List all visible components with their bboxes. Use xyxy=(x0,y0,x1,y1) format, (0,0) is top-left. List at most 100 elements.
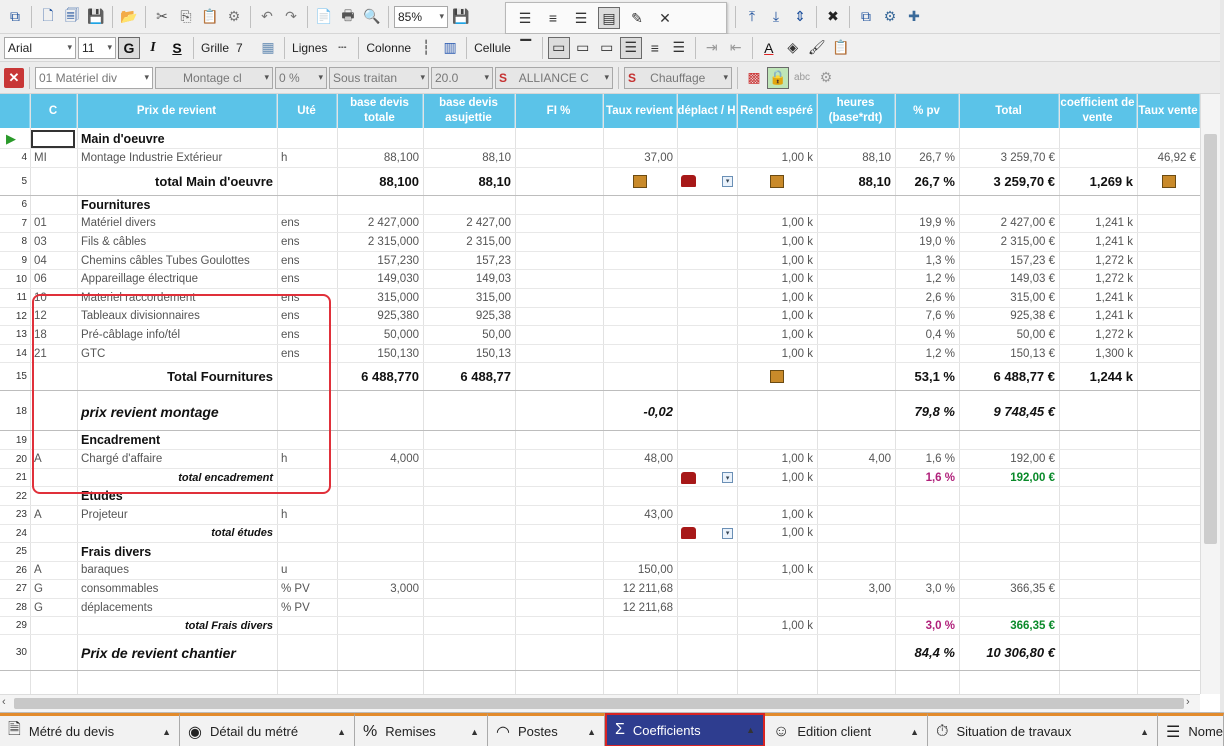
chevron-up-icon[interactable]: ▲ xyxy=(337,727,346,737)
cell-taux[interactable] xyxy=(603,363,677,390)
cell-c[interactable]: 10 xyxy=(30,289,77,307)
column-header[interactable]: Taux vente xyxy=(1137,94,1200,128)
cell-total[interactable]: 50,00 € xyxy=(959,326,1059,344)
cell-rendt[interactable]: 1,00 k xyxy=(737,562,817,580)
lock-icon[interactable]: 🔒 xyxy=(767,66,789,89)
cell-ute[interactable]: % PV xyxy=(277,599,337,617)
cell-taux[interactable] xyxy=(603,525,677,542)
rate-select[interactable]: 20.0 ▾ xyxy=(431,66,493,89)
column-header[interactable]: Uté xyxy=(277,94,337,128)
cell-taux[interactable] xyxy=(603,617,677,634)
cell-bdt[interactable] xyxy=(337,543,423,561)
cell-coef[interactable] xyxy=(1059,393,1137,430)
new-document-icon[interactable]: 🗋 xyxy=(37,6,59,28)
cell-heures[interactable] xyxy=(817,252,895,270)
cell-style-icon[interactable]: ▔ xyxy=(515,37,537,59)
table-row[interactable]: 28 Gdéplacements% PV 12 211,68 xyxy=(0,599,1200,618)
column-header[interactable]: Total xyxy=(959,94,1059,128)
cell-tv[interactable]: 46,92 € xyxy=(1137,149,1200,167)
cell-total[interactable] xyxy=(959,506,1059,524)
cell-fi[interactable] xyxy=(515,562,603,580)
cell-heures[interactable] xyxy=(817,326,895,344)
cell-fi[interactable] xyxy=(515,543,603,561)
underline-button[interactable]: S xyxy=(166,37,188,59)
cell-bdt[interactable]: 149,030 xyxy=(337,270,423,288)
cell-coef[interactable] xyxy=(1059,599,1137,617)
cell-depl[interactable] xyxy=(677,562,737,580)
cell-tv[interactable] xyxy=(1137,469,1200,486)
tab-postes[interactable]: ◠ Postes ▲ xyxy=(488,713,605,746)
cell-taux[interactable]: 37,00 xyxy=(603,149,677,167)
cell-label[interactable]: total études xyxy=(77,525,277,542)
cell-coef[interactable]: 1,272 k xyxy=(1059,270,1137,288)
cell-heures[interactable] xyxy=(817,233,895,251)
cell-c[interactable]: MI xyxy=(30,149,77,167)
chevron-up-icon[interactable]: ▲ xyxy=(1140,727,1149,737)
rate-icon[interactable] xyxy=(633,174,647,188)
cell-ute[interactable]: ens xyxy=(277,252,337,270)
chevron-up-icon[interactable]: ▲ xyxy=(910,727,919,737)
cell-ute[interactable] xyxy=(277,543,337,561)
cell-total[interactable]: 192,00 € xyxy=(959,469,1059,486)
cell-pv[interactable]: 79,8 % xyxy=(895,393,959,430)
cut-icon[interactable]: ✂ xyxy=(151,6,173,28)
print-preview-icon[interactable]: 🔍 xyxy=(361,6,383,28)
cell-heures[interactable] xyxy=(817,129,895,148)
cell-coef[interactable] xyxy=(1059,487,1137,505)
bold-button[interactable]: G xyxy=(118,36,140,59)
cell-ute[interactable]: ens xyxy=(277,345,337,363)
cell-label[interactable]: Total Fournitures xyxy=(77,363,277,390)
cell-label[interactable]: Montage Industrie Extérieur xyxy=(77,149,277,167)
cell-depl[interactable] xyxy=(677,308,737,326)
cell-depl[interactable] xyxy=(677,363,737,390)
section-row[interactable]: 19 Encadrement xyxy=(0,431,1200,451)
cell-coef[interactable] xyxy=(1059,149,1137,167)
cell-fi[interactable] xyxy=(515,289,603,307)
cell-bda[interactable] xyxy=(423,393,515,430)
cell-total[interactable]: 315,00 € xyxy=(959,289,1059,307)
cell-tv[interactable] xyxy=(1137,196,1200,214)
cell-bdt[interactable]: 150,130 xyxy=(337,345,423,363)
column-header[interactable]: base devis totale xyxy=(337,94,423,128)
cell-bdt[interactable]: 88,100 xyxy=(337,168,423,195)
table-row[interactable]: 7 01 Matériel divers ens 2 427,000 2 427,00 1,… xyxy=(0,215,1200,234)
align-center-icon[interactable]: ≡ xyxy=(542,7,564,29)
cell-c[interactable] xyxy=(30,363,77,390)
cell-c[interactable]: A xyxy=(30,450,77,468)
cell-total[interactable]: 9 748,45 € xyxy=(959,393,1059,430)
supplier-select[interactable]: S ALLIANCE C ▾ xyxy=(495,66,613,89)
cell-coef[interactable] xyxy=(1059,525,1137,542)
section-row[interactable]: 25 Frais divers xyxy=(0,543,1200,562)
cell-total[interactable] xyxy=(959,487,1059,505)
format-painter-icon[interactable]: 🖌 xyxy=(806,37,828,59)
travel-icon[interactable] xyxy=(681,471,697,484)
cell-rendt[interactable]: 1,00 k xyxy=(737,149,817,167)
cell-c[interactable] xyxy=(30,543,77,561)
tab-edition-client[interactable]: ☺ Edition client ▲ xyxy=(765,713,928,746)
cell-coef[interactable]: 1,241 k xyxy=(1059,233,1137,251)
scroll-right-icon[interactable]: › xyxy=(1186,696,1190,708)
chevron-down-icon[interactable]: ▾ xyxy=(722,472,733,483)
cell-bdt[interactable] xyxy=(337,196,423,214)
cell-bda[interactable]: 2 315,00 xyxy=(423,233,515,251)
cell-depl[interactable] xyxy=(677,431,737,449)
cell-fi[interactable] xyxy=(515,525,603,542)
indent-icon[interactable]: ⇥ xyxy=(701,37,723,59)
abc-icon[interactable]: abc xyxy=(791,67,813,89)
cell-label[interactable]: Chargé d'affaire xyxy=(77,450,277,468)
cell-tv[interactable] xyxy=(1137,270,1200,288)
cell-bdt[interactable]: 88,100 xyxy=(337,149,423,167)
grid-icon[interactable]: ▦ xyxy=(257,37,279,59)
cell-bdt[interactable]: 315,000 xyxy=(337,289,423,307)
trade-select[interactable]: S Chauffage ▾ xyxy=(624,66,732,89)
cell-coef[interactable]: 1,272 k xyxy=(1059,326,1137,344)
line-style-icon[interactable]: ┄ xyxy=(331,37,353,59)
cell-ute[interactable] xyxy=(277,196,337,214)
cell-fi[interactable] xyxy=(515,487,603,505)
cell-fi[interactable] xyxy=(515,149,603,167)
cell-taux[interactable] xyxy=(603,289,677,307)
cell-bda[interactable] xyxy=(423,562,515,580)
total-row[interactable]: 29 total Frais divers 1,00 k 3,0 % 366,35 € xyxy=(0,617,1200,636)
cell-label[interactable]: Appareillage électrique xyxy=(77,270,277,288)
cell-heures[interactable] xyxy=(817,270,895,288)
